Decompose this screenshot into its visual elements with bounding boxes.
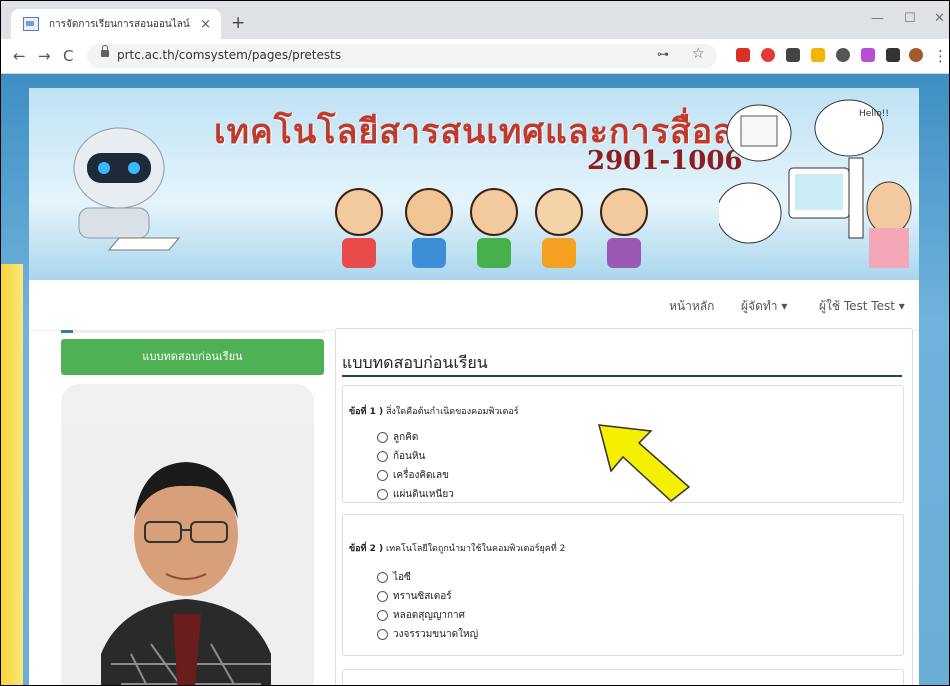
radio-button[interactable] (377, 432, 388, 443)
nav-author[interactable]: ผู้จัดทำ ▾ (741, 297, 787, 316)
minimize-button[interactable]: — (871, 11, 884, 26)
profile-avatar[interactable] (909, 48, 923, 62)
answer-option[interactable]: แผ่นดินเหนียว (377, 487, 454, 502)
radio-button[interactable] (377, 572, 388, 583)
teacher-photo (61, 424, 314, 685)
puzzle-extension-icon[interactable] (886, 48, 900, 62)
option-label: ลูกคิด (393, 432, 419, 443)
cartoon-kid (334, 188, 384, 268)
pretest-button[interactable]: แบบทดสอบก่อนเรียน (61, 339, 324, 375)
close-window-button[interactable]: ✕ (934, 11, 945, 26)
tab-title: การจัดการเรียนการสอนออนไลน์ (49, 18, 190, 30)
key-icon[interactable]: ⊶ (657, 47, 669, 61)
tab-strip: การจัดการเรียนการสอนออนไลน์ × + — ☐ ✕ (1, 1, 949, 39)
teacher-photo-card (61, 384, 314, 685)
cartoon-kid (469, 188, 519, 268)
circle-extension-icon[interactable] (836, 48, 850, 62)
option-label: ทรานซิสเตอร์ (393, 591, 452, 602)
question-card: ข้อที่ 2 ) เทคโนโลยีใดถูกนำมาใช้ในคอมพิว… (342, 514, 904, 656)
answer-option[interactable]: วงจรรวมขนาดใหญ่ (377, 627, 478, 642)
url-text[interactable]: prtc.ac.th/comsystem/pages/pretests (117, 48, 341, 62)
radio-button[interactable] (377, 451, 388, 462)
back-button[interactable]: ← (13, 47, 26, 65)
bookmark-star-icon[interactable]: ☆ (692, 46, 705, 62)
radio-button[interactable] (377, 629, 388, 640)
option-label: เครื่องคิดเลข (393, 470, 449, 481)
robot-illustration (73, 127, 181, 251)
question-text: เทคโนโลยีใดถูกนำมาใช้ในคอมพิวเตอร์ยุคที่… (386, 544, 566, 554)
nav-home[interactable]: หน้าหลัก (669, 297, 714, 316)
sidebar-divider (61, 330, 325, 333)
option-label: แผ่นดินเหนียว (393, 489, 454, 500)
maximize-button[interactable]: ☐ (904, 11, 916, 26)
tab-close-button[interactable]: × (200, 17, 211, 32)
radio-button[interactable] (377, 591, 388, 602)
grid-extension-icon[interactable] (786, 48, 800, 62)
favicon-icon (23, 17, 39, 31)
lock-icon (101, 45, 109, 57)
address-bar[interactable]: prtc.ac.th/comsystem/pages/pretests ⊶ ☆ (87, 44, 717, 68)
answer-option[interactable]: หลอดสุญญากาศ (377, 608, 465, 623)
option-label: ไอซี (393, 572, 411, 583)
answer-option[interactable]: ทรานซิสเตอร์ (377, 589, 452, 604)
page-container: เทคโนโลยีสารสนเทศและการสื่อสาร 2901-1006… (29, 88, 919, 685)
pretest-panel: แบบทดสอบก่อนเรียน ข้อที่ 1 ) สิ่งใดคือต้… (335, 328, 913, 685)
decorative-strip (1, 264, 23, 685)
question-number: ข้อที่ 1 ) (349, 407, 384, 417)
radio-button[interactable] (377, 470, 388, 481)
browser-tab[interactable]: การจัดการเรียนการสอนออนไลน์ × (11, 9, 221, 39)
question-text: สิ่งใดคือต้นกำเนิดของคอมพิวเตอร์ (386, 407, 519, 417)
speech-text: Hello!! (859, 109, 889, 119)
browser-menu-icon[interactable]: ⋮ (933, 47, 948, 65)
browser-window: การจัดการเรียนการสอนออนไลน์ × + — ☐ ✕ ← … (0, 0, 950, 686)
answer-option[interactable]: ก้อนหิน (377, 449, 425, 464)
answer-option[interactable]: ลูกคิด (377, 430, 418, 445)
cartoon-kid (404, 188, 454, 268)
youtube-extension-icon[interactable] (761, 48, 775, 62)
cartoon-kid (599, 188, 649, 268)
answer-option[interactable]: เครื่องคิดเลข (377, 468, 449, 483)
pointer-arrow-icon (597, 424, 691, 502)
heading-rule (342, 375, 902, 377)
question-card (342, 669, 904, 685)
header-banner: เทคโนโลยีสารสนเทศและการสื่อสาร 2901-1006… (29, 88, 919, 280)
pen-extension-icon[interactable] (861, 48, 875, 62)
radio-button[interactable] (377, 610, 388, 621)
radio-button[interactable] (377, 489, 388, 500)
new-tab-button[interactable]: + (231, 13, 245, 33)
browser-toolbar: ← → C prtc.ac.th/comsystem/pages/pretest… (1, 39, 949, 74)
cartoon-kid (534, 188, 584, 268)
question-number: ข้อที่ 2 ) (349, 544, 384, 554)
nav-user[interactable]: ผู้ใช้ Test Test ▾ (819, 297, 905, 316)
top-navbar: หน้าหลัก ผู้จัดทำ ▾ ผู้ใช้ Test Test ▾ (29, 280, 919, 331)
pdf-extension-icon[interactable] (736, 48, 750, 62)
pretest-heading: แบบทดสอบก่อนเรียน (342, 353, 488, 372)
hand-extension-icon[interactable] (811, 48, 825, 62)
answer-option[interactable]: ไอซี (377, 570, 411, 585)
forward-button[interactable]: → (38, 47, 51, 65)
ict-illustration: Hello!! (719, 99, 912, 268)
web-page: เทคโนโลยีสารสนเทศและการสื่อสาร 2901-1006… (1, 74, 949, 685)
reload-button[interactable]: C (63, 47, 73, 65)
option-label: วงจรรวมขนาดใหญ่ (393, 629, 479, 640)
option-label: หลอดสุญญากาศ (393, 610, 465, 621)
option-label: ก้อนหิน (393, 451, 426, 462)
